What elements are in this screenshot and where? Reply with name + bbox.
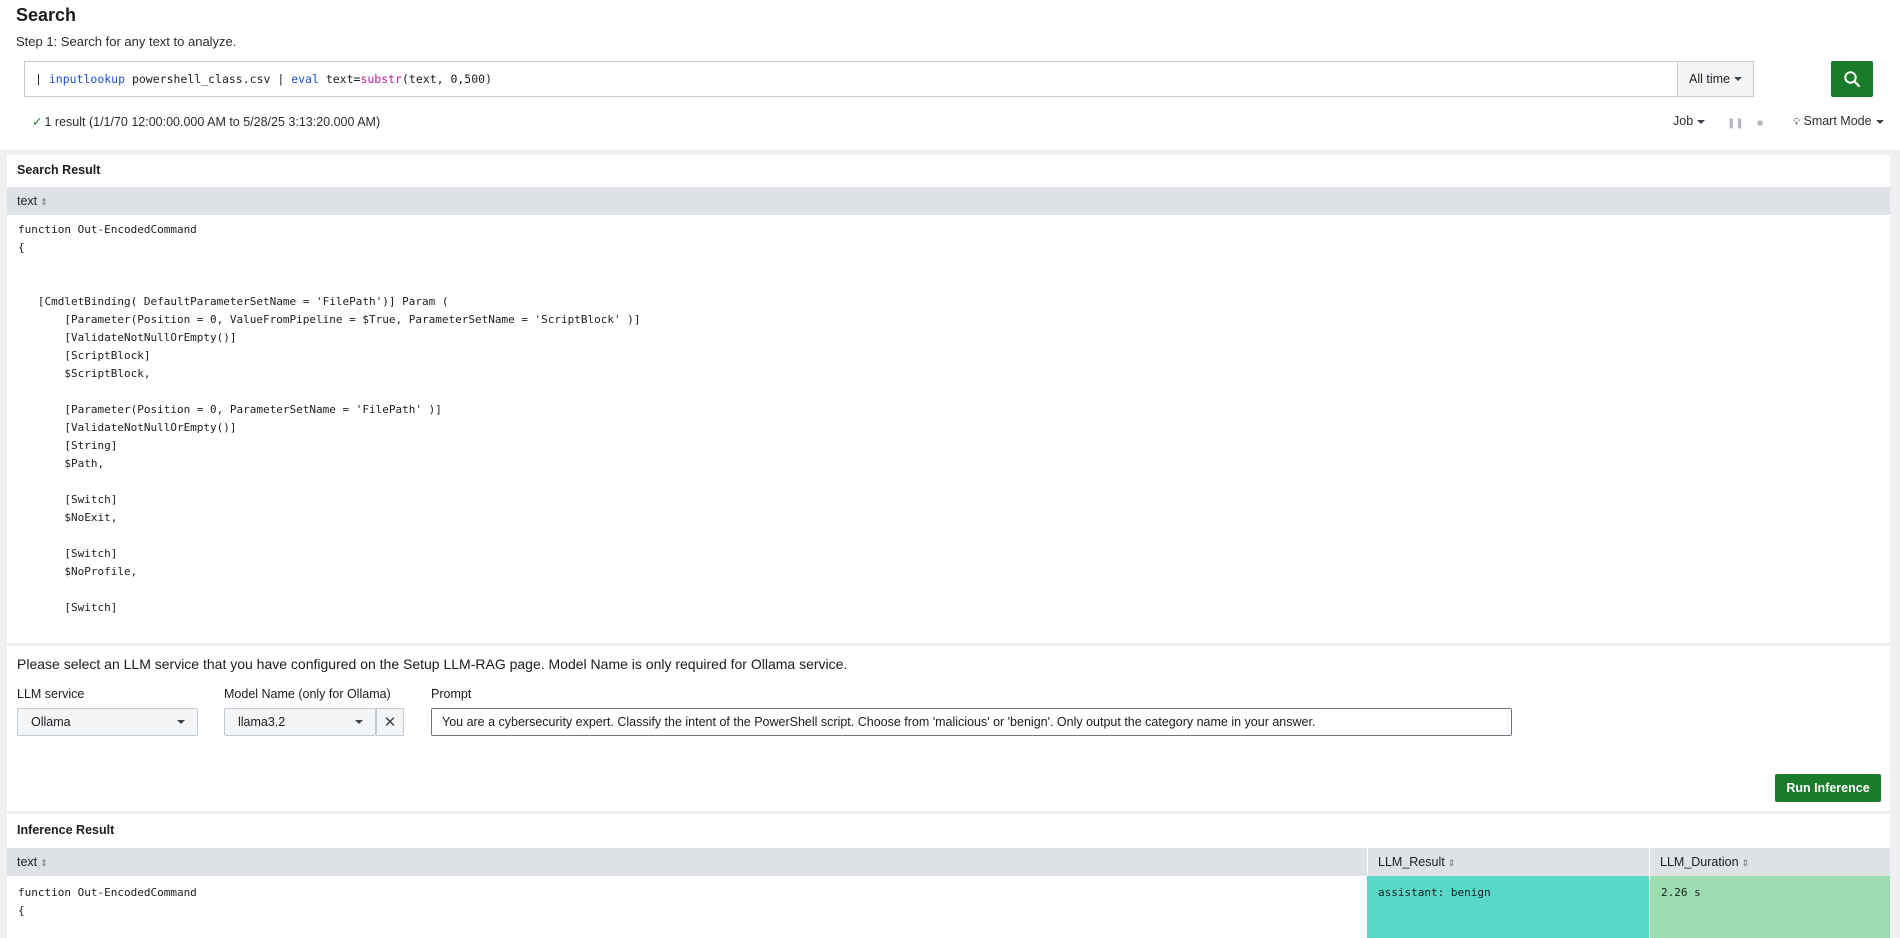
- llm-result-value: assistant: benign: [1378, 886, 1491, 899]
- search-header: Search Step 1: Search for any text to an…: [0, 0, 1900, 150]
- inference-result-title: Inference Result: [17, 823, 115, 837]
- llm-result-cell: assistant: benign: [1367, 876, 1649, 938]
- llm-service-select[interactable]: Ollama: [17, 708, 198, 736]
- time-range-picker[interactable]: All time: [1677, 61, 1754, 97]
- time-range-label: All time: [1689, 72, 1730, 86]
- lightbulb-icon: 💡︎: [1793, 117, 1800, 128]
- search-query-input[interactable]: | inputlookup powershell_class.csv | eva…: [25, 72, 1753, 86]
- chevron-down-icon: [1733, 77, 1742, 81]
- step-label: Step 1: Search for any text to analyze.: [16, 34, 237, 49]
- clear-model-button[interactable]: ✕: [376, 708, 404, 736]
- chevron-down-icon: [355, 720, 363, 724]
- llm-config-panel: Please select an LLM service that you ha…: [7, 646, 1890, 811]
- stop-icon[interactable]: ■: [1757, 118, 1763, 129]
- llm-duration-cell: 2.26 s: [1650, 876, 1890, 938]
- column-header-text[interactable]: text ⇕: [7, 848, 1367, 876]
- sort-icon: ⇕: [40, 858, 48, 868]
- close-icon: ✕: [383, 714, 397, 731]
- llm-service-label: LLM service: [17, 687, 85, 701]
- column-header-text[interactable]: text ⇕: [7, 187, 48, 215]
- search-result-header: text ⇕: [7, 187, 1890, 215]
- inference-result-header: text ⇕ LLM_Result ⇕ LLM_Duration ⇕: [7, 848, 1890, 876]
- llm-instructions: Please select an LLM service that you ha…: [17, 656, 848, 672]
- search-bar[interactable]: | inputlookup powershell_class.csv | eva…: [24, 61, 1754, 97]
- search-result-panel: Search Result text ⇕ function Out-Encoded…: [7, 155, 1890, 643]
- model-name-select[interactable]: llama3.2: [224, 708, 376, 736]
- column-header-llm-duration[interactable]: LLM_Duration ⇕: [1649, 848, 1890, 876]
- sort-icon: ⇕: [1447, 858, 1456, 868]
- search-button[interactable]: [1831, 61, 1873, 97]
- page-title: Search: [16, 5, 77, 25]
- llm-duration-value: 2.26 s: [1661, 886, 1701, 899]
- chevron-down-icon: [177, 720, 185, 724]
- inference-text-cell: function Out-EncodedCommand {: [18, 886, 197, 917]
- search-mode-menu[interactable]: 💡︎ Smart Mode: [1793, 114, 1884, 128]
- result-status: ✓ 1 result (1/1/70 12:00:00.000 AM to 5/2…: [32, 114, 380, 129]
- run-inference-button[interactable]: Run Inference: [1775, 774, 1881, 802]
- sort-icon: ⇕: [1741, 858, 1750, 868]
- search-result-title: Search Result: [17, 163, 101, 177]
- search-icon: [1844, 71, 1861, 88]
- column-header-llm-result[interactable]: LLM_Result ⇕: [1367, 848, 1649, 876]
- prompt-input[interactable]: You are a cybersecurity expert. Classify…: [431, 708, 1512, 736]
- job-menu[interactable]: Job: [1673, 114, 1706, 128]
- result-summary: 1 result (1/1/70 12:00:00.000 AM to 5/28…: [44, 115, 381, 129]
- prompt-label: Prompt: [431, 687, 472, 701]
- inference-result-panel: Inference Result text ⇕ LLM_Result ⇕ LLM_D…: [7, 814, 1890, 938]
- check-icon: ✓: [32, 115, 43, 129]
- chevron-down-icon: [1697, 119, 1706, 124]
- model-name-label: Model Name (only for Ollama): [224, 687, 391, 701]
- chevron-down-icon: [1875, 119, 1884, 124]
- search-result-cell: function Out-EncodedCommand { [CmdletBin…: [18, 223, 641, 614]
- pause-icon[interactable]: ❚❚: [1727, 118, 1744, 129]
- sort-icon: ⇕: [40, 197, 48, 207]
